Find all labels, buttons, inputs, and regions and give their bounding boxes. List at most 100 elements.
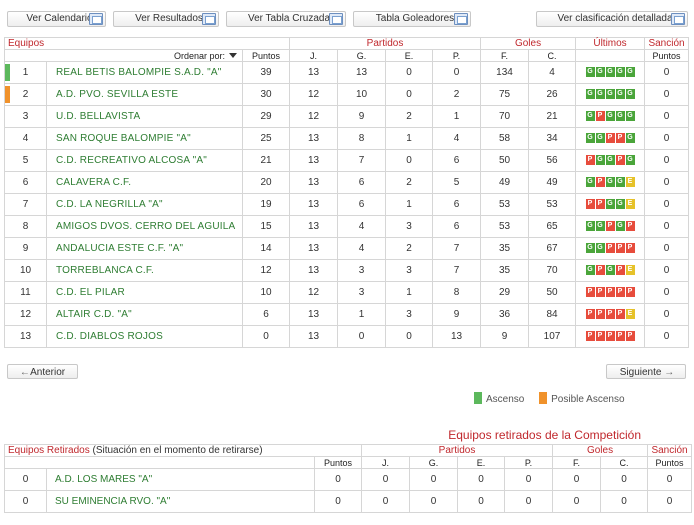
g-cell: 0 (337, 325, 387, 348)
team-name-link[interactable]: ALTAIR C.D. "A" (46, 303, 243, 326)
e-column-header[interactable]: E. (385, 49, 434, 62)
last-results: PPGGE (585, 199, 635, 210)
goles-header: Goles (480, 37, 577, 50)
team-name-link[interactable]: C.D. DIABLOS ROJOS (46, 325, 243, 348)
f-cell: 53 (480, 215, 530, 238)
retired-j-header: J. (361, 456, 411, 469)
standings-subheader-row: Ordenar por: Puntos J. G. E. P. F. C. Pu… (4, 49, 690, 62)
f-column-header[interactable]: F. (480, 49, 530, 62)
position-cell: 0 (4, 490, 47, 513)
team-name-link[interactable]: C.D. EL PILAR (46, 281, 243, 304)
retired-header-row: Equipos Retirados (Situación en el momen… (3, 444, 693, 457)
result-badge: P (615, 155, 625, 166)
result-badge: P (585, 155, 595, 166)
position-cell: 2 (4, 83, 47, 106)
result-badge: G (595, 89, 605, 100)
p-cell: 6 (432, 149, 482, 172)
result-badge: P (595, 331, 605, 342)
result-badge: P (595, 309, 605, 320)
result-badge: G (585, 111, 595, 122)
team-name-link[interactable]: A.D. LOS MARES "A" (46, 468, 315, 491)
table-row: 9 ANDALUCIA ESTE C.F. "A" 14 13 4 2 7 35 67 G G P P P… (4, 237, 690, 260)
ver-tabla-cruzada-button[interactable]: Ver Tabla Cruzada (226, 11, 346, 27)
e-cell: 1 (385, 281, 434, 304)
table-row: 3 U.D. BELLAVISTA 29 12 9 2 1 70 21 G P G G G 0 (4, 105, 690, 128)
p-cell: 9 (432, 303, 482, 326)
c-cell: 65 (528, 215, 577, 238)
g-cell: 4 (337, 215, 387, 238)
puntos-column-header[interactable]: Puntos (241, 49, 291, 62)
ver-resultados-button[interactable]: Ver Resultados (113, 11, 219, 27)
team-name-link[interactable]: C.D. LA NEGRILLA "A" (46, 193, 243, 216)
j-cell: 13 (289, 259, 339, 282)
team-name-link[interactable]: A.D. PVO. SEVILLA ESTE (46, 83, 243, 106)
p-cell: 7 (432, 259, 482, 282)
position-cell: 9 (4, 237, 47, 260)
result-badge: P (595, 177, 605, 188)
last-results-cell: PPGGE (575, 193, 646, 216)
e-cell: 1 (385, 127, 434, 150)
e-cell: 0 (385, 61, 434, 84)
team-name-link[interactable]: CALAVERA C.F. (46, 171, 243, 194)
sancion-cell: 0 (644, 215, 690, 238)
sancion-header: Sanción (644, 37, 690, 50)
retired-partidos-header: Partidos (361, 444, 554, 457)
position-cell: 4 (4, 127, 47, 150)
team-name-link[interactable]: AMIGOS DVOS. CERRO DEL AGUILA (46, 215, 243, 238)
p-column-header[interactable]: P. (432, 49, 482, 62)
team-name-link[interactable]: U.D. BELLAVISTA (46, 105, 243, 128)
result-badge: P (605, 133, 615, 144)
siguiente-button[interactable]: Siguiente → (606, 364, 686, 379)
pts-cell: 10 (241, 281, 291, 304)
c-column-header[interactable]: C. (528, 49, 577, 62)
team-name-link[interactable]: C.D. RECREATIVO ALCOSA "A" (46, 149, 243, 172)
ver-resultados-label: Ver Resultados (135, 13, 203, 24)
c-cell: 50 (528, 281, 577, 304)
result-badge: E (625, 177, 635, 188)
last-results-cell: GPGGG (575, 105, 646, 128)
team-name-link[interactable]: SAN ROQUE BALOMPIE "A" (46, 127, 243, 150)
pts-cell: 30 (241, 83, 291, 106)
last-results-cell: PGGPG (575, 149, 646, 172)
e-cell: 0 (385, 325, 434, 348)
last-results: GPGPE (585, 265, 635, 276)
result-badge: G (585, 89, 595, 100)
j-column-header[interactable]: J. (289, 49, 339, 62)
result-badge: G (585, 177, 595, 188)
ver-clasificacion-detallada-button[interactable]: Ver clasificación detallada (536, 11, 688, 27)
g-cell: 3 (337, 281, 387, 304)
sancion-cell: 0 (644, 171, 690, 194)
result-badge: P (625, 287, 635, 298)
g-cell: 13 (337, 61, 387, 84)
posible-ascenso-label: Posible Ascenso (551, 394, 625, 405)
last-results: GPGGG (585, 111, 635, 122)
pts-cell: 25 (241, 127, 291, 150)
team-name-link[interactable]: ANDALUCIA ESTE C.F. "A" (46, 237, 243, 260)
g-column-header[interactable]: G. (337, 49, 387, 62)
tabla-goleadores-button[interactable]: Tabla Goleadores (353, 11, 471, 27)
team-name-link[interactable]: SU EMINENCIA RVO. "A" (46, 490, 315, 513)
ver-tabla-cruzada-label: Ver Tabla Cruzada (247, 13, 331, 24)
sort-control[interactable]: Ordenar por: (4, 49, 243, 62)
toolbar: Ver Calendario Ver Resultados Ver Tabla … (7, 11, 688, 27)
position-value: 12 (19, 309, 32, 320)
team-name-link[interactable]: TORREBLANCA C.F. (46, 259, 243, 282)
f-cell: 75 (480, 83, 530, 106)
retired-sancion-header: Sanción (647, 444, 693, 457)
legend: Ascenso Posible Ascenso (474, 392, 637, 405)
legend-posible-ascenso: Posible Ascenso (539, 392, 625, 405)
detailed-standings-icon (671, 13, 685, 25)
ver-calendario-button[interactable]: Ver Calendario (7, 11, 106, 27)
standings-body: 1 REAL BETIS BALOMPIE S.A.D. "A" 39 13 13 0 0 1… (4, 61, 690, 348)
sancion-cell: 0 (644, 237, 690, 260)
position-value: 13 (19, 331, 32, 342)
f-cell: 9 (480, 325, 530, 348)
j-cell: 0 (361, 468, 411, 491)
result-badge: P (615, 309, 625, 320)
g-cell: 0 (409, 490, 459, 513)
ver-clasificacion-detallada-label: Ver clasificación detallada (557, 13, 673, 24)
anterior-button[interactable]: ← Anterior (7, 364, 78, 379)
p-cell: 7 (432, 237, 482, 260)
result-badge: G (585, 265, 595, 276)
team-name-link[interactable]: REAL BETIS BALOMPIE S.A.D. "A" (46, 61, 243, 84)
